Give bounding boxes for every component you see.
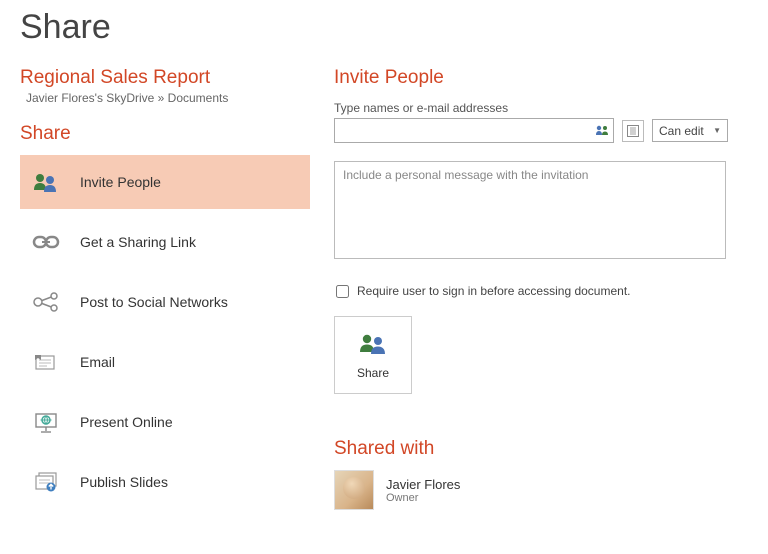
present-online-icon <box>26 410 66 434</box>
sidebar-item-present-online[interactable]: Present Online <box>20 395 310 449</box>
publish-slides-icon <box>26 470 66 494</box>
sidebar-item-label: Email <box>80 354 115 370</box>
share-button-icon <box>358 331 388 358</box>
breadcrumb: Javier Flores's SkyDrive » Documents <box>20 91 310 105</box>
require-signin-checkbox[interactable] <box>336 285 349 298</box>
shared-with-heading: Shared with <box>334 438 748 460</box>
personal-message-input[interactable] <box>334 161 726 259</box>
share-button-label: Share <box>357 366 389 380</box>
share-list: Invite People Get a Sharing Link <box>20 155 310 509</box>
permission-value: Can edit <box>659 124 704 138</box>
sidebar-item-publish-slides[interactable]: Publish Slides <box>20 455 310 509</box>
link-icon <box>26 233 66 251</box>
sidebar-item-email[interactable]: Email <box>20 335 310 389</box>
permission-select[interactable]: Can edit ▼ <box>652 119 728 142</box>
sidebar-item-invite-people[interactable]: Invite People <box>20 155 310 209</box>
share-button[interactable]: Share <box>334 316 412 394</box>
require-signin-label: Require user to sign in before accessing… <box>357 284 631 298</box>
sidebar-item-get-sharing-link[interactable]: Get a Sharing Link <box>20 215 310 269</box>
shared-with-person: Javier Flores Owner <box>334 470 748 510</box>
invite-people-heading: Invite People <box>334 67 748 89</box>
document-title: Regional Sales Report <box>20 67 310 89</box>
email-icon <box>26 351 66 373</box>
check-names-icon[interactable] <box>594 123 610 139</box>
share-heading: Share <box>20 123 310 145</box>
sidebar-item-social-networks[interactable]: Post to Social Networks <box>20 275 310 329</box>
address-book-icon <box>626 124 640 138</box>
address-book-button[interactable] <box>622 120 644 142</box>
person-name: Javier Flores <box>386 477 460 492</box>
avatar <box>334 470 374 510</box>
invite-people-icon <box>26 170 66 194</box>
chevron-down-icon: ▼ <box>713 126 721 135</box>
person-role: Owner <box>386 492 460 504</box>
names-field-label: Type names or e-mail addresses <box>334 101 748 115</box>
page-title: Share <box>20 8 748 47</box>
sidebar-item-label: Present Online <box>80 414 173 430</box>
sidebar-item-label: Post to Social Networks <box>80 294 228 310</box>
social-networks-icon <box>26 291 66 313</box>
names-input[interactable] <box>334 118 614 143</box>
sidebar-item-label: Get a Sharing Link <box>80 234 196 250</box>
sidebar-item-label: Publish Slides <box>80 474 168 490</box>
sidebar-item-label: Invite People <box>80 174 161 190</box>
